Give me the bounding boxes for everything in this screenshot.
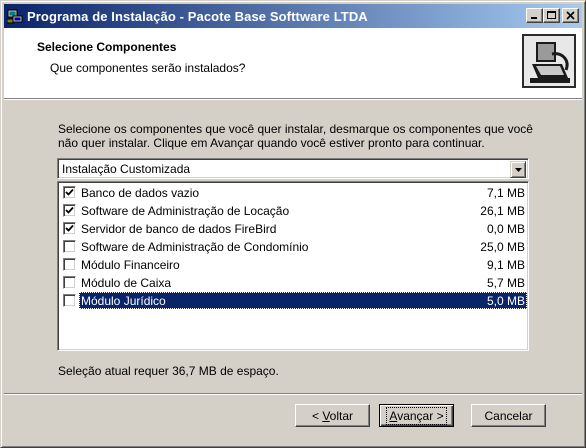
components-list[interactable]: Banco de dados vazio 7,1 MB Software de …: [57, 181, 529, 351]
component-label: Módulo de Caixa: [81, 276, 172, 290]
component-row[interactable]: Módulo de Caixa 5,7 MB: [61, 274, 527, 291]
component-row[interactable]: Software de Administração de Locação 26,…: [61, 202, 527, 219]
setup-type-select[interactable]: Instalação Customizada: [57, 158, 529, 179]
cancel-label: Cancelar: [484, 408, 533, 423]
component-row[interactable]: Módulo Financeiro 9,1 MB: [61, 256, 527, 273]
component-checkbox[interactable]: [63, 240, 76, 253]
component-checkbox[interactable]: [63, 258, 76, 271]
window-title: Programa de Instalação - Pacote Base Sof…: [27, 8, 368, 24]
component-checkbox[interactable]: [63, 222, 76, 235]
component-label: Módulo Financeiro: [81, 258, 180, 272]
next-button[interactable]: Avançar >: [379, 404, 454, 427]
component-size: 5,0 MB: [486, 294, 525, 308]
component-checkbox[interactable]: [63, 276, 76, 289]
instructions-text: Selecione os componentes que você quer i…: [58, 122, 533, 150]
component-label: Software de Administração de Locação: [81, 204, 290, 218]
page-subtitle: Que componentes serão instalados?: [50, 61, 246, 75]
disk-space-status: Seleção atual requer 36,7 MB de espaço.: [58, 364, 279, 378]
component-size: 9,1 MB: [486, 258, 525, 272]
component-size: 25,0 MB: [480, 240, 525, 254]
component-label: Módulo Jurídico: [81, 294, 166, 308]
component-checkbox[interactable]: [63, 294, 76, 307]
setup-type-value: Instalação Customizada: [62, 162, 191, 176]
component-label: Software de Administração de Condomínio: [81, 240, 309, 254]
chevron-down-icon: [514, 167, 522, 172]
component-size: 0,0 MB: [486, 222, 525, 236]
close-icon: [566, 11, 575, 20]
setup-computer-icon: [522, 34, 576, 88]
close-button[interactable]: [562, 8, 579, 23]
maximize-icon: [547, 11, 556, 19]
minimize-icon: [531, 17, 537, 19]
dropdown-button[interactable]: [510, 161, 526, 178]
checkmark-icon: [65, 206, 74, 214]
component-row[interactable]: Software de Administração de Condomínio …: [61, 238, 527, 255]
checkmark-icon: [65, 224, 74, 232]
installer-app-icon: [7, 8, 23, 24]
page-title: Selecione Componentes: [37, 40, 177, 54]
back-button[interactable]: < Voltar: [295, 404, 370, 427]
component-checkbox[interactable]: [63, 186, 76, 199]
component-row-selected[interactable]: Módulo Jurídico 5,0 MB: [61, 292, 527, 309]
component-label: Banco de dados vazio: [81, 186, 200, 200]
wizard-header: Selecione Componentes Que componentes se…: [4, 28, 582, 98]
title-bar-buttons: [526, 8, 579, 23]
title-bar[interactable]: Programa de Instalação - Pacote Base Sof…: [4, 4, 582, 28]
header-separator: [4, 98, 582, 100]
installer-window: Programa de Instalação - Pacote Base Sof…: [0, 0, 586, 448]
component-size: 7,1 MB: [486, 186, 525, 200]
component-size: 5,7 MB: [486, 276, 525, 290]
checkmark-icon: [65, 188, 74, 196]
component-size: 26,1 MB: [480, 204, 525, 218]
component-label: Servidor de banco de dados FireBird: [81, 222, 277, 236]
component-row[interactable]: Servidor de banco de dados FireBird 0,0 …: [61, 220, 527, 237]
component-row[interactable]: Banco de dados vazio 7,1 MB: [61, 184, 527, 201]
component-checkbox[interactable]: [63, 204, 76, 217]
minimize-button[interactable]: [526, 8, 543, 23]
footer-separator: [4, 393, 582, 395]
maximize-button[interactable]: [543, 8, 560, 23]
next-label: Avançar >: [386, 406, 447, 425]
back-label: < Voltar: [311, 408, 354, 423]
cancel-button[interactable]: Cancelar: [471, 404, 546, 427]
